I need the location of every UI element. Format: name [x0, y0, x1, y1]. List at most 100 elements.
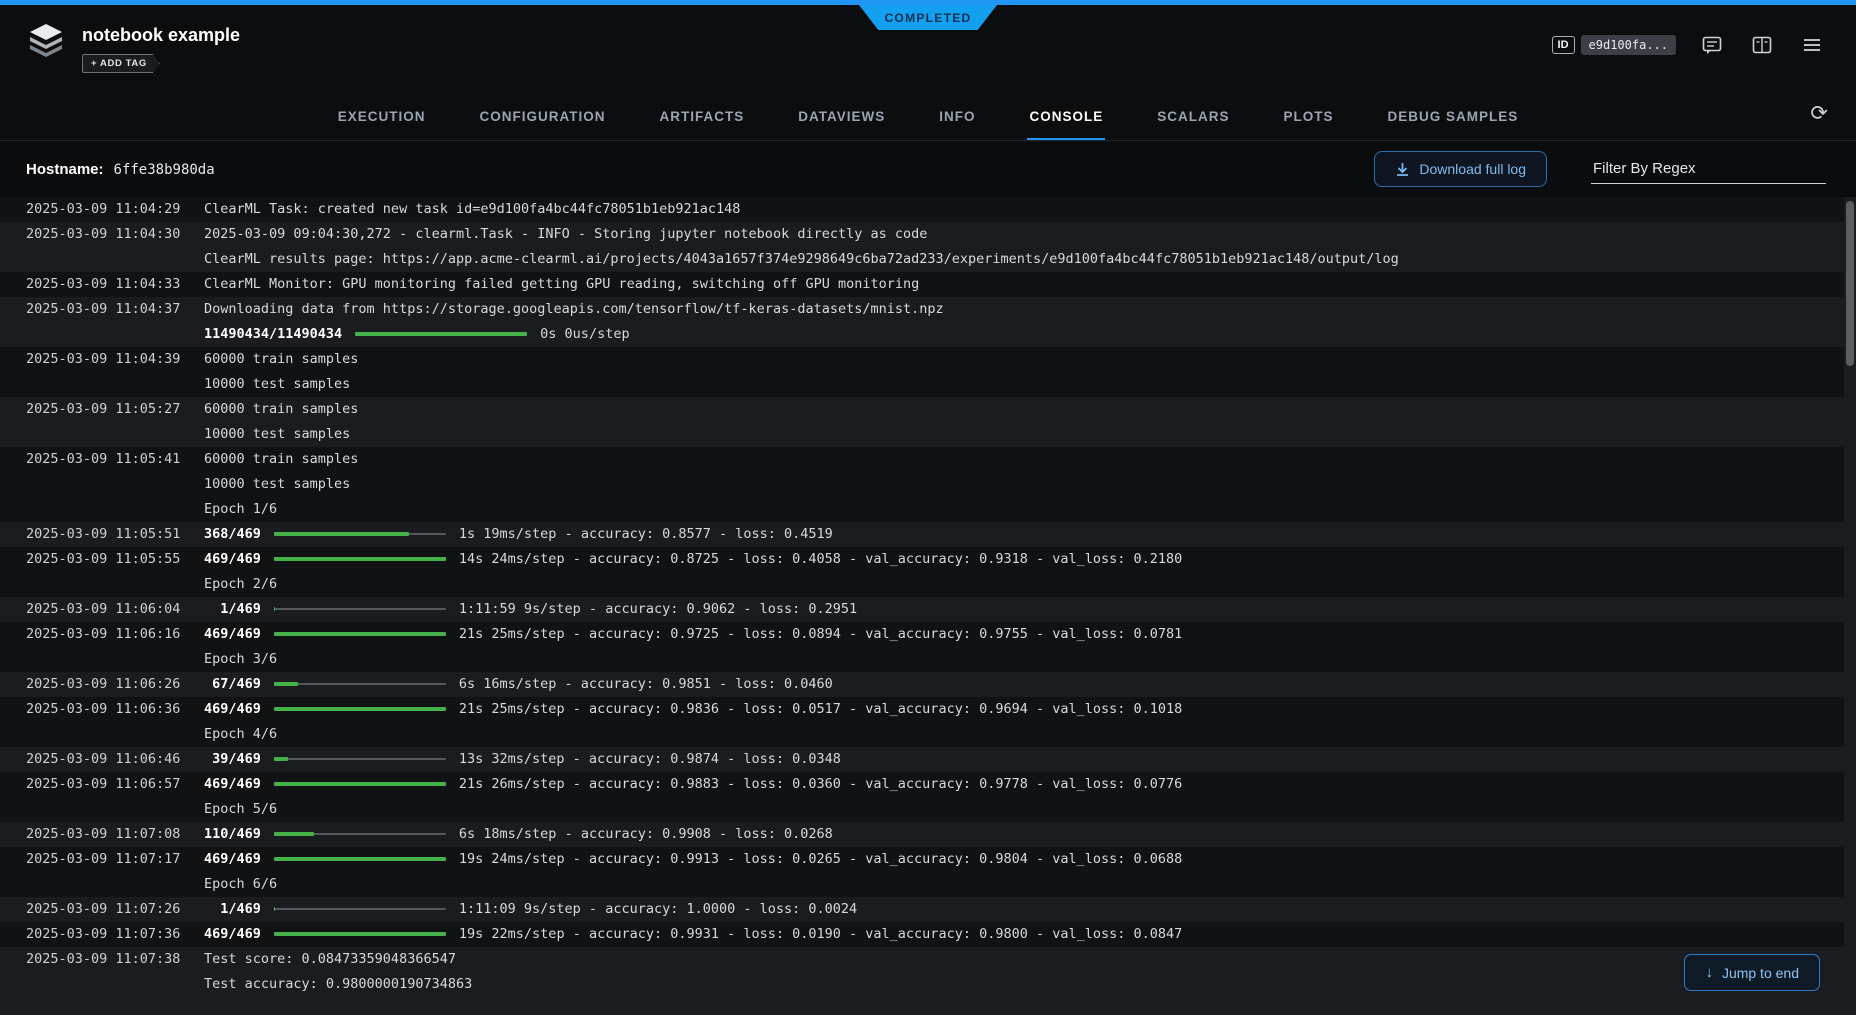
log-text: 1:11:09 9s/step - accuracy: 1.0000 - los…	[459, 901, 857, 917]
tab-console[interactable]: CONSOLE	[1027, 109, 1105, 140]
tab-scalars[interactable]: SCALARS	[1155, 109, 1231, 140]
log-text: 13s 32ms/step - accuracy: 0.9874 - loss:…	[459, 751, 841, 767]
log-row: 2025-03-09 11:04:37Downloading data from…	[0, 297, 1856, 322]
log-timestamp	[0, 647, 192, 672]
log-timestamp: 2025-03-09 11:06:04	[0, 597, 192, 622]
jump-to-end-button[interactable]: ↓ Jump to end	[1684, 954, 1820, 991]
log-text: 60000 train samples	[204, 351, 358, 367]
progress-label: 39/469	[204, 747, 261, 772]
log-timestamp: 2025-03-09 11:06:46	[0, 747, 192, 772]
log-text: Epoch 3/6	[204, 651, 277, 667]
log-row: ClearML results page: https://app.acme-c…	[0, 247, 1856, 272]
log-row: 2025-03-09 11:06:57469/46921s 26ms/step …	[0, 772, 1856, 797]
progress-label: 469/469	[204, 697, 261, 722]
log-message: 60000 train samples	[192, 447, 1856, 472]
log-timestamp: 2025-03-09 11:04:39	[0, 347, 192, 372]
progress-bar	[274, 783, 446, 785]
log-row: Epoch 3/6	[0, 647, 1856, 672]
status-badge: COMPLETED	[859, 5, 997, 30]
filter-regex-input[interactable]	[1591, 154, 1826, 184]
log-row: 2025-03-09 11:05:41 60000 train samples	[0, 447, 1856, 472]
comments-button[interactable]	[1698, 31, 1726, 59]
progress-bar	[274, 683, 446, 685]
log-row: 2025-03-09 11:06:36469/46921s 25ms/step …	[0, 697, 1856, 722]
log-text: 21s 25ms/step - accuracy: 0.9836 - loss:…	[459, 701, 1182, 717]
log-timestamp: 2025-03-09 11:04:33	[0, 272, 192, 297]
tab-artifacts[interactable]: ARTIFACTS	[657, 109, 746, 140]
log-timestamp: 2025-03-09 11:06:26	[0, 672, 192, 697]
log-message: 10000 test samples	[192, 372, 1856, 397]
log-text: Epoch 5/6	[204, 801, 277, 817]
tab-plots[interactable]: PLOTS	[1282, 109, 1336, 140]
log-message: 60000 train samples	[192, 347, 1856, 372]
log-message: ClearML Monitor: GPU monitoring failed g…	[192, 272, 1856, 297]
task-id-value: e9d100fa...	[1581, 35, 1676, 55]
log-row: 2025-03-09 11:07:36469/46919s 22ms/step …	[0, 922, 1856, 947]
id-badge: ID	[1552, 36, 1575, 54]
log-message: ClearML Task: created new task id=e9d100…	[192, 197, 1856, 222]
hostname-value: 6ffe38b980da	[114, 162, 215, 178]
log-row: 2025-03-09 11:04:29ClearML Task: created…	[0, 197, 1856, 222]
tab-debug-samples[interactable]: DEBUG SAMPLES	[1386, 109, 1521, 140]
log-message: 469/46919s 22ms/step - accuracy: 0.9931 …	[192, 922, 1856, 947]
progress-label: 469/469	[204, 772, 261, 797]
log-text: 0s 0us/step	[540, 326, 629, 342]
refresh-button[interactable]: ⟳	[1810, 103, 1828, 124]
log-message: 1/4691:11:09 9s/step - accuracy: 1.0000 …	[192, 897, 1856, 922]
log-row: 2025-03-09 11:07:261/4691:11:09 9s/step …	[0, 897, 1856, 922]
progress-bar	[274, 908, 446, 910]
log-text: 14s 24ms/step - accuracy: 0.8725 - loss:…	[459, 551, 1182, 567]
log-row: 2025-03-09 11:06:2667/4696s 16ms/step - …	[0, 672, 1856, 697]
log-text: 21s 25ms/step - accuracy: 0.9725 - loss:…	[459, 626, 1182, 642]
progress-bar	[274, 758, 446, 760]
log-timestamp: 2025-03-09 11:07:36	[0, 922, 192, 947]
progress-label: 469/469	[204, 547, 261, 572]
log-timestamp: 2025-03-09 11:05:27	[0, 397, 192, 422]
log-message: ClearML results page: https://app.acme-c…	[192, 247, 1856, 272]
log-row: 2025-03-09 11:05:51368/4691s 19ms/step -…	[0, 522, 1856, 547]
details-layout-button[interactable]	[1748, 31, 1776, 59]
task-id-chip[interactable]: ID e9d100fa...	[1552, 35, 1676, 55]
tab-info[interactable]: INFO	[937, 109, 977, 140]
log-text: 1s 19ms/step - accuracy: 0.8577 - loss: …	[459, 526, 833, 542]
log-timestamp: 2025-03-09 11:05:41	[0, 447, 192, 472]
tab-dataviews[interactable]: DATAVIEWS	[796, 109, 887, 140]
log-text: ClearML Task: created new task id=e9d100…	[204, 201, 740, 217]
progress-bar	[274, 533, 446, 535]
log-row: Epoch 6/6	[0, 872, 1856, 897]
log-row: 2025-03-09 11:07:17469/46919s 24ms/step …	[0, 847, 1856, 872]
tab-configuration[interactable]: CONFIGURATION	[477, 109, 607, 140]
download-full-log-button[interactable]: Download full log	[1374, 151, 1547, 187]
log-timestamp	[0, 797, 192, 822]
log-text: 2025-03-09 09:04:30,272 - clearml.Task -…	[204, 226, 927, 242]
log-timestamp	[0, 872, 192, 897]
app-root: COMPLETED notebook example + ADD TAG ID …	[0, 0, 1856, 1015]
progress-bar	[274, 833, 446, 835]
refresh-icon: ⟳	[1810, 102, 1828, 125]
tab-execution[interactable]: EXECUTION	[336, 109, 428, 140]
log-message: Downloading data from https://storage.go…	[192, 297, 1856, 322]
log-message: 469/469 14s 24ms/step - accuracy: 0.8725 …	[192, 547, 1856, 572]
log-row: 11490434/11490434 0s 0us/step	[0, 322, 1856, 347]
log-timestamp: 2025-03-09 11:04:30	[0, 222, 192, 247]
menu-button[interactable]	[1798, 31, 1826, 59]
log-message: 2025-03-09 09:04:30,272 - clearml.Task -…	[192, 222, 1856, 247]
log-text: 60000 train samples	[204, 451, 358, 467]
scrollbar[interactable]	[1844, 197, 1856, 1015]
comment-icon	[1701, 34, 1723, 56]
progress-label: 110/469	[204, 822, 261, 847]
log-timestamp	[0, 422, 192, 447]
log-message: Epoch 3/6	[192, 647, 1856, 672]
download-label: Download full log	[1419, 161, 1526, 177]
add-tag-button[interactable]: + ADD TAG	[82, 54, 160, 73]
log-text: ClearML results page: https://app.acme-c…	[204, 251, 1399, 267]
log-row: 2025-03-09 11:07:08110/4696s 18ms/step -…	[0, 822, 1856, 847]
scrollbar-thumb[interactable]	[1846, 201, 1854, 366]
status-label: COMPLETED	[884, 11, 971, 25]
log-text: 19s 22ms/step - accuracy: 0.9931 - loss:…	[459, 926, 1182, 942]
progress-label: 1/469	[204, 597, 261, 622]
progress-label: 11490434/11490434	[204, 322, 342, 347]
log-timestamp: 2025-03-09 11:07:26	[0, 897, 192, 922]
download-icon	[1395, 162, 1410, 177]
log-row: 10000 test samples	[0, 422, 1856, 447]
